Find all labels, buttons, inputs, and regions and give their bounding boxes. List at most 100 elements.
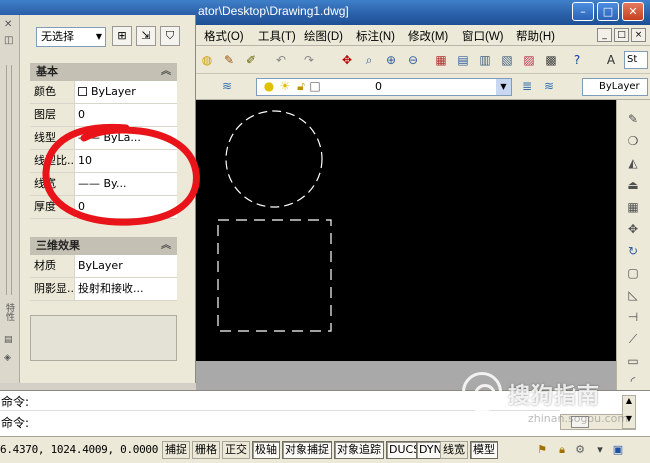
offset-icon[interactable]: ⏏ <box>624 176 642 194</box>
text-style-icon[interactable]: A <box>602 51 620 69</box>
minimize-button[interactable]: – <box>572 2 594 21</box>
snap-button[interactable]: 捕捉 <box>162 441 190 459</box>
osnap-button[interactable]: 对象捕捉 <box>282 441 332 459</box>
layer-previous-icon[interactable]: ≋ <box>540 77 558 95</box>
chamfer-icon[interactable]: ▭ <box>624 352 642 370</box>
palette-strip-label: 特性 <box>4 303 14 321</box>
menu-help[interactable]: 帮助(H) <box>516 28 555 44</box>
calculator-icon[interactable]: ▩ <box>542 51 560 69</box>
rotate-icon[interactable]: ↻ <box>624 242 642 260</box>
mirror-icon[interactable]: ◭ <box>624 154 642 172</box>
model-button[interactable]: 模型 <box>470 441 498 459</box>
property-row-color[interactable]: 颜色 ByLayer <box>30 81 177 104</box>
ortho-button[interactable]: 正交 <box>222 441 250 459</box>
mdi-minimize-button[interactable]: _ <box>597 28 612 42</box>
property-row-material[interactable]: 材质 ByLayer <box>30 255 177 278</box>
text-style-combo[interactable]: St <box>624 51 648 69</box>
menu-draw[interactable]: 绘图(D) <box>304 28 343 44</box>
brush-icon[interactable]: ✎ <box>220 51 238 69</box>
close-icon[interactable]: ✕ <box>4 19 12 30</box>
match-properties-icon[interactable]: ✐ <box>242 51 260 69</box>
stretch-icon[interactable]: ◺ <box>624 286 642 304</box>
section-3d-title: 三维效果 <box>36 239 80 252</box>
close-button[interactable]: ✕ <box>622 2 644 21</box>
otrack-button[interactable]: 对象追踪 <box>334 441 384 459</box>
drawing-svg <box>217 110 332 332</box>
fillet-icon[interactable]: ◜ <box>624 372 642 390</box>
palette-grip[interactable] <box>6 65 12 295</box>
scale-icon[interactable]: ▢ <box>624 264 642 282</box>
mdi-close-button[interactable]: × <box>631 28 646 42</box>
array-icon[interactable]: ▦ <box>624 198 642 216</box>
quick-select-button[interactable]: ⛉ <box>160 26 180 46</box>
mdi-restore-button[interactable]: □ <box>614 28 629 42</box>
watermark-url: zhinan.sogou.com <box>528 412 629 425</box>
layer-manager-icon[interactable]: ≋ <box>218 77 236 95</box>
comm-center-icon[interactable]: ⚑ <box>534 442 550 458</box>
menu-tools[interactable]: 工具(T) <box>258 28 296 44</box>
make-current-layer-icon[interactable]: ≣ <box>518 77 536 95</box>
property-row-linetype[interactable]: 线型 —— ByLa... <box>30 127 177 150</box>
tool-palette-icon[interactable]: ▥ <box>476 51 494 69</box>
select-objects-button[interactable]: ⇲ <box>136 26 156 46</box>
status-bar: 6.4370, 1024.4009, 0.0000 捕捉 栅格 正交 极轴 对象… <box>0 436 650 463</box>
property-row-thickness[interactable]: 厚度 0 <box>30 196 177 219</box>
dashed-circle[interactable] <box>225 110 323 208</box>
markup-icon[interactable]: ▨ <box>520 51 538 69</box>
extend-icon[interactable]: ⟋ <box>624 330 642 348</box>
palette-autohide-icon[interactable]: ◈ <box>4 353 11 363</box>
clean-screen-icon[interactable]: ▣ <box>610 442 626 458</box>
section-basic-header[interactable]: 基本 ︽ <box>30 63 177 81</box>
pin-icon[interactable]: ◫ <box>4 35 13 46</box>
undo-icon[interactable]: ↶ <box>272 51 290 69</box>
command-input[interactable]: 命令: <box>0 414 560 432</box>
chevron-down-icon[interactable]: ▾ <box>592 442 608 458</box>
collapse-icon[interactable]: ︽ <box>161 237 171 255</box>
copy-icon[interactable]: ❍ <box>624 132 642 150</box>
section-3d-effects: 三维效果 ︽ 材质 ByLayer 阴影显... 投射和接收... <box>30 237 177 301</box>
properties-icon[interactable]: ▦ <box>432 51 450 69</box>
redo-icon[interactable]: ↷ <box>300 51 318 69</box>
property-row-lineweight[interactable]: 线宽 —— By... <box>30 173 177 196</box>
collapse-icon[interactable]: ︽ <box>161 63 171 81</box>
property-label: 阴影显... <box>30 278 75 300</box>
help-icon[interactable]: ? <box>568 51 586 69</box>
trim-icon[interactable]: ⊣ <box>624 308 642 326</box>
property-row-shadow[interactable]: 阴影显... 投射和接收... <box>30 278 177 301</box>
menu-dimension[interactable]: 标注(N) <box>356 28 395 44</box>
selection-combo[interactable]: 无选择 ▼ <box>36 27 106 47</box>
property-row-layer[interactable]: 图层 0 <box>30 104 177 127</box>
lineweight-button[interactable]: 线宽 <box>440 441 468 459</box>
sheet-set-icon[interactable]: ▧ <box>498 51 516 69</box>
section-3d-header[interactable]: 三维效果 ︽ <box>30 237 177 255</box>
erase-icon[interactable]: ✎ <box>624 110 642 128</box>
property-value: ByLayer <box>91 85 136 98</box>
drawing-canvas[interactable] <box>196 100 616 361</box>
zoom-realtime-icon[interactable]: ⌕ <box>360 51 378 69</box>
menu-window[interactable]: 窗口(W) <box>462 28 504 44</box>
hatch-icon[interactable]: ◍ <box>198 51 216 69</box>
move-icon[interactable]: ✥ <box>624 220 642 238</box>
menu-modify[interactable]: 修改(M) <box>408 28 448 44</box>
palette-title-strip[interactable]: ✕ ◫ 特性 ▤ ◈ <box>0 15 20 383</box>
lock-icon[interactable]: 🔒︎ <box>554 442 570 458</box>
dashed-rectangle[interactable] <box>217 219 332 332</box>
property-value: —— By... <box>78 177 127 190</box>
pan-icon[interactable]: ✥ <box>338 51 356 69</box>
property-label: 图层 <box>30 104 75 126</box>
menu-format[interactable]: 格式(O) <box>204 28 244 44</box>
zoom-previous-icon[interactable]: ⊖ <box>404 51 422 69</box>
color-combo[interactable]: ByLayer <box>582 78 648 96</box>
property-row-linetype-scale[interactable]: 线型比... 10 <box>30 150 177 173</box>
tray-settings-icon[interactable]: ⚙ <box>572 442 588 458</box>
design-center-icon[interactable]: ▤ <box>454 51 472 69</box>
maximize-button[interactable]: □ <box>597 2 619 21</box>
grid-button[interactable]: 栅格 <box>192 441 220 459</box>
palette-menu-icon[interactable]: ▤ <box>4 335 13 345</box>
toggle-pickadd-button[interactable]: ⊞ <box>112 26 132 46</box>
zoom-window-icon[interactable]: ⊕ <box>382 51 400 69</box>
standard-toolbar: ◍ ✎ ✐ ↶ ↷ ✥ ⌕ ⊕ ⊖ ▦ ▤ ▥ ▧ ▨ ▩ ? A St <box>196 46 650 74</box>
color-square-icon: □ <box>309 79 321 93</box>
polar-button[interactable]: 极轴 <box>252 441 280 459</box>
properties-palette: ✕ ◫ 特性 ▤ ◈ 无选择 ▼ ⊞ ⇲ ⛉ 基本 ︽ 颜色 ByLayer 图… <box>0 15 196 383</box>
